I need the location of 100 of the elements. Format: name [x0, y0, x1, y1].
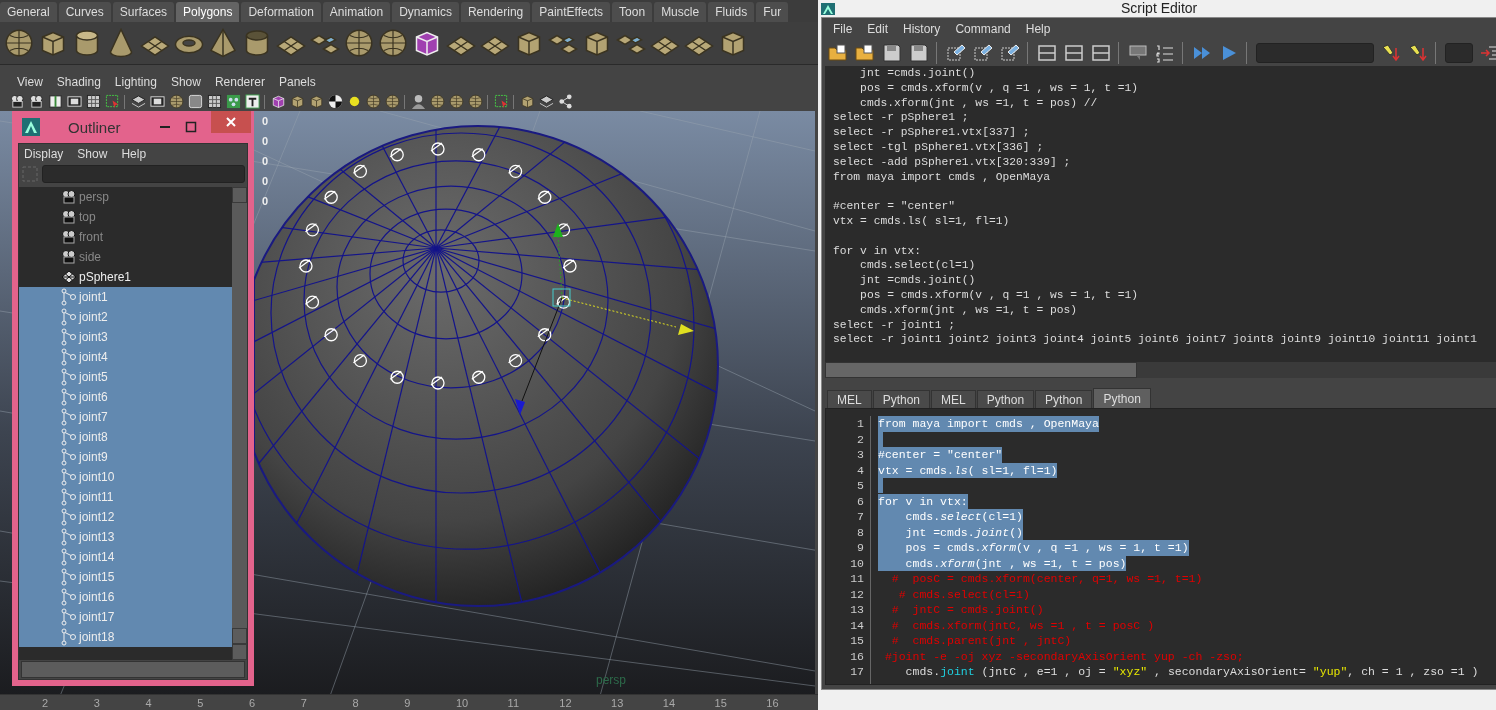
shelf-tab[interactable]: Polygons — [176, 2, 240, 22]
menu-item[interactable]: Display — [24, 147, 64, 161]
camera-icon[interactable] — [29, 94, 44, 109]
outliner-item[interactable]: joint6 — [19, 387, 232, 407]
cube-icon[interactable] — [290, 94, 305, 109]
outliner-item[interactable]: joint11 — [19, 487, 232, 507]
menu-item[interactable]: Command — [955, 22, 1011, 36]
selection-box-icon[interactable] — [494, 94, 509, 109]
outliner-item[interactable]: joint1 — [19, 287, 232, 307]
maximize-icon[interactable] — [185, 121, 197, 133]
horizontal-scrollbar[interactable] — [21, 661, 245, 678]
shelf-tab[interactable]: Curves — [58, 2, 111, 22]
shelf-tab[interactable]: Fur — [756, 2, 789, 22]
sphere-icon[interactable] — [449, 94, 464, 109]
shelf-tab[interactable]: Surfaces — [112, 2, 175, 22]
menu-item[interactable]: File — [833, 22, 853, 36]
number-field[interactable] — [1445, 43, 1473, 63]
menu-item[interactable]: Shading — [56, 75, 101, 89]
editor-tab[interactable]: Python — [1093, 388, 1151, 408]
outliner-item[interactable]: joint5 — [19, 367, 232, 387]
menu-item[interactable]: Lighting — [114, 75, 157, 89]
shelf-tab[interactable]: Fluids — [708, 2, 755, 22]
menu-item[interactable]: Renderer — [214, 75, 265, 89]
eraser-icon[interactable] — [1000, 43, 1020, 63]
outliner-item[interactable]: joint3 — [19, 327, 232, 347]
film-icon[interactable] — [150, 94, 165, 109]
folder-icon[interactable] — [828, 43, 848, 63]
shelf-tab[interactable]: Dynamics — [392, 2, 459, 22]
layout-icon[interactable] — [1064, 43, 1084, 63]
filter-field[interactable] — [42, 165, 245, 183]
sphere-icon[interactable] — [4, 28, 34, 58]
outliner-item[interactable]: joint7 — [19, 407, 232, 427]
numbered-list-icon[interactable] — [1155, 43, 1175, 63]
shelf-tab[interactable]: Rendering — [460, 2, 531, 22]
outliner-item[interactable]: persp — [19, 187, 232, 207]
layers-icon[interactable] — [539, 94, 554, 109]
film-icon[interactable] — [67, 94, 82, 109]
shelf-tab[interactable]: Deformation — [241, 2, 321, 22]
close-button[interactable] — [211, 111, 251, 133]
menu-item[interactable]: Show — [77, 147, 108, 161]
outliner-item[interactable]: joint4 — [19, 347, 232, 367]
pyramid-icon[interactable] — [208, 28, 238, 58]
outliner-item[interactable]: joint14 — [19, 547, 232, 567]
outliner-item[interactable]: joint9 — [19, 447, 232, 467]
editor-tab[interactable]: Python — [872, 390, 931, 408]
horizontal-scrollbar[interactable] — [825, 362, 1496, 378]
editor-tab[interactable]: MEL — [827, 390, 872, 408]
wire-cube-icon[interactable] — [271, 94, 286, 109]
cube-icon[interactable] — [309, 94, 324, 109]
menu-item[interactable]: Panels — [278, 75, 316, 89]
vertical-scrollbar[interactable] — [232, 187, 247, 660]
outliner-item[interactable]: top — [19, 207, 232, 227]
outliner-item[interactable]: side — [19, 247, 232, 267]
selection-box-icon[interactable] — [105, 94, 120, 109]
camera-icon[interactable] — [10, 94, 25, 109]
outliner-item[interactable]: joint16 — [19, 587, 232, 607]
sphere-icon[interactable] — [430, 94, 445, 109]
menu-item[interactable]: Help — [121, 147, 147, 161]
shelf-tab[interactable]: Muscle — [654, 2, 707, 22]
book-icon[interactable] — [48, 94, 63, 109]
outliner-item[interactable]: joint8 — [19, 427, 232, 447]
editor-tab[interactable]: MEL — [931, 390, 976, 408]
sphere-icon[interactable] — [344, 28, 374, 58]
sphere-icon[interactable] — [169, 94, 184, 109]
sphere-icon[interactable] — [468, 94, 483, 109]
layout-icon[interactable] — [1037, 43, 1057, 63]
flashlight-icon[interactable] — [1408, 43, 1428, 63]
indent-icon[interactable] — [1480, 43, 1496, 63]
editor-tab[interactable]: Python — [976, 390, 1035, 408]
flashlight-icon[interactable] — [1381, 43, 1401, 63]
square-icon[interactable] — [188, 94, 203, 109]
eraser-icon[interactable] — [973, 43, 993, 63]
menu-item[interactable]: History — [903, 22, 941, 36]
shelf-tab[interactable]: PaintEffects — [532, 2, 611, 22]
dots-icon[interactable] — [226, 94, 241, 109]
outliner-item[interactable]: front — [19, 227, 232, 247]
time-ruler[interactable]: 2 3 4 5 6 7 8 9 10 11 12 13 14 15 16 — [0, 694, 818, 710]
shelf-tab[interactable]: Toon — [612, 2, 653, 22]
menu-item[interactable]: Help — [1025, 22, 1051, 36]
text-box-icon[interactable] — [245, 94, 260, 109]
sphere-icon[interactable] — [378, 28, 408, 58]
save-icon[interactable] — [882, 43, 902, 63]
grid-icon[interactable] — [86, 94, 101, 109]
save-icon[interactable] — [909, 43, 929, 63]
checker-icon[interactable] — [328, 94, 343, 109]
folder-icon[interactable] — [855, 43, 875, 63]
layout-icon[interactable] — [1091, 43, 1111, 63]
grid-icon[interactable] — [207, 94, 222, 109]
shelf-tab[interactable]: General — [0, 2, 57, 22]
sphere-icon[interactable] — [385, 94, 400, 109]
person-icon[interactable] — [411, 94, 426, 109]
layers-icon[interactable] — [131, 94, 146, 109]
menu-item[interactable]: Show — [170, 75, 201, 89]
editor-tab[interactable]: Python — [1035, 390, 1093, 408]
outliner-item[interactable]: joint2 — [19, 307, 232, 327]
menu-item[interactable]: View — [17, 75, 43, 89]
cube-icon[interactable] — [520, 94, 535, 109]
shelf-tab[interactable]: Animation — [322, 2, 391, 22]
node-graph-icon[interactable] — [558, 94, 573, 109]
code-editor[interactable] — [825, 408, 1496, 685]
